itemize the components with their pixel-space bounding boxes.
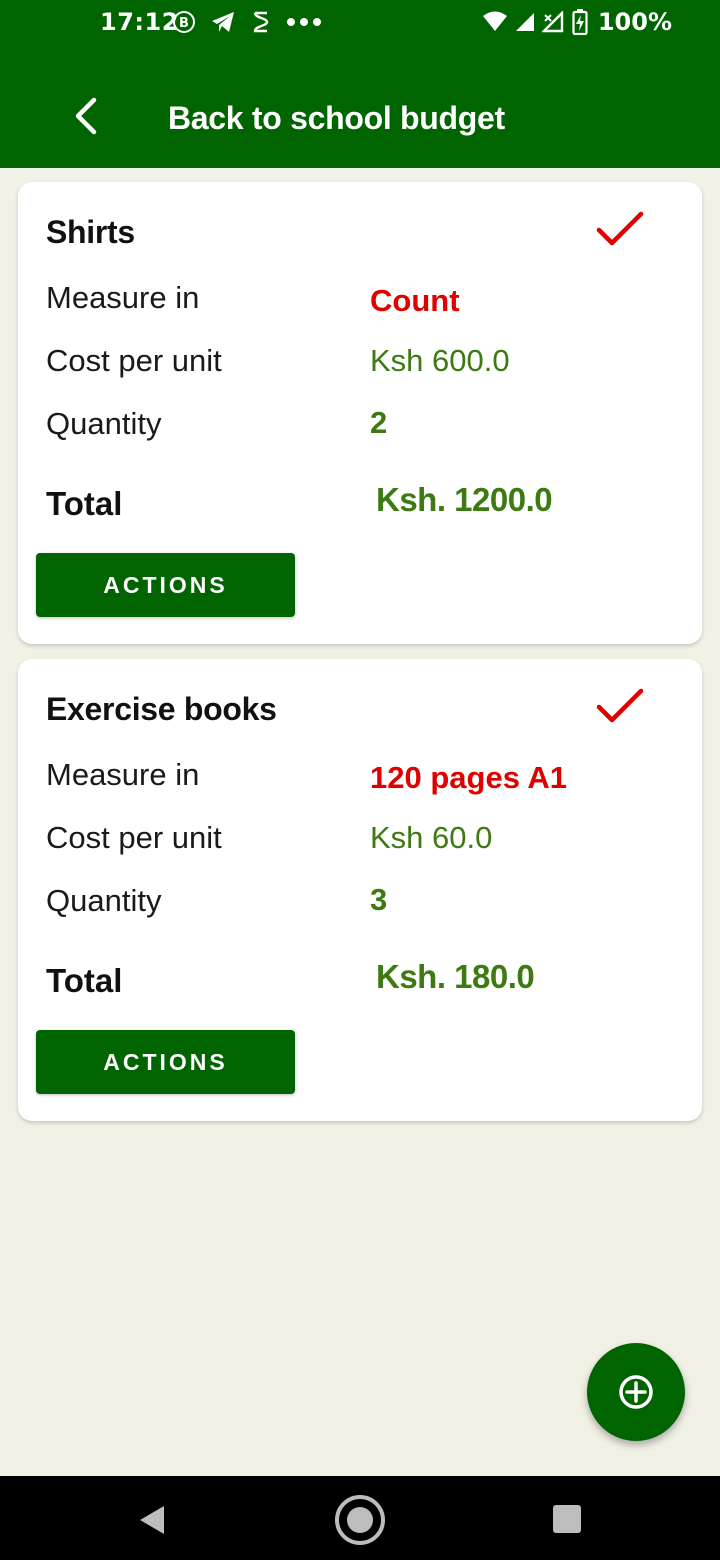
total-label: Total bbox=[46, 485, 123, 522]
b-circle-icon: B bbox=[172, 10, 196, 34]
total-value: Ksh. 180.0 bbox=[376, 958, 535, 995]
measure-label: Measure in bbox=[46, 757, 200, 792]
battery-charging-icon bbox=[572, 9, 588, 35]
signal-x-icon bbox=[541, 11, 566, 33]
total-label: Total bbox=[46, 962, 123, 999]
measure-value: Count bbox=[370, 283, 460, 318]
wifi-icon bbox=[482, 11, 508, 33]
actions-button[interactable]: ACTIONS bbox=[36, 553, 295, 617]
page-title: Back to school budget bbox=[168, 100, 505, 136]
cost-label: Cost per unit bbox=[46, 343, 222, 378]
cost-value: Ksh 600.0 bbox=[370, 343, 510, 378]
app-bar: Back to school budget bbox=[0, 48, 720, 168]
nav-home-icon[interactable] bbox=[334, 1494, 386, 1546]
telegram-icon bbox=[210, 10, 236, 34]
quantity-value: 3 bbox=[370, 882, 388, 917]
actions-button[interactable]: ACTIONS bbox=[36, 1030, 295, 1094]
measure-value: 120 pages A1 bbox=[370, 760, 568, 795]
measure-label: Measure in bbox=[46, 280, 200, 315]
status-time: 17:12 bbox=[100, 8, 179, 36]
status-icons-left: B bbox=[172, 8, 322, 36]
check-icon bbox=[596, 688, 644, 723]
item-name: Shirts bbox=[46, 214, 135, 250]
budget-item-card: Shirts Measure in Count Cost per unit Ks… bbox=[18, 182, 702, 644]
check-icon bbox=[596, 211, 644, 246]
status-bar: 17:12 B 100% bbox=[0, 0, 720, 48]
back-button[interactable] bbox=[58, 88, 114, 144]
quantity-value: 2 bbox=[370, 405, 388, 440]
nav-recents-icon[interactable] bbox=[553, 1505, 581, 1533]
battery-percent: 100% bbox=[597, 8, 672, 36]
cost-value: Ksh 60.0 bbox=[370, 820, 493, 855]
sim-icon bbox=[250, 10, 272, 34]
signal-icon bbox=[514, 11, 536, 33]
chevron-left-icon bbox=[75, 97, 97, 135]
svg-text:B: B bbox=[179, 16, 189, 31]
status-icons-right: 100% bbox=[482, 8, 672, 36]
system-nav-bar bbox=[0, 1476, 720, 1560]
item-name: Exercise books bbox=[46, 691, 277, 727]
add-circle-icon bbox=[619, 1375, 653, 1409]
quantity-label: Quantity bbox=[46, 883, 162, 918]
nav-back-icon[interactable] bbox=[132, 1500, 172, 1540]
more-dots-icon bbox=[286, 10, 322, 34]
cost-label: Cost per unit bbox=[46, 820, 222, 855]
total-value: Ksh. 1200.0 bbox=[376, 481, 553, 518]
add-item-fab[interactable] bbox=[587, 1343, 685, 1441]
quantity-label: Quantity bbox=[46, 406, 162, 441]
budget-item-card: Exercise books Measure in 120 pages A1 C… bbox=[18, 659, 702, 1121]
